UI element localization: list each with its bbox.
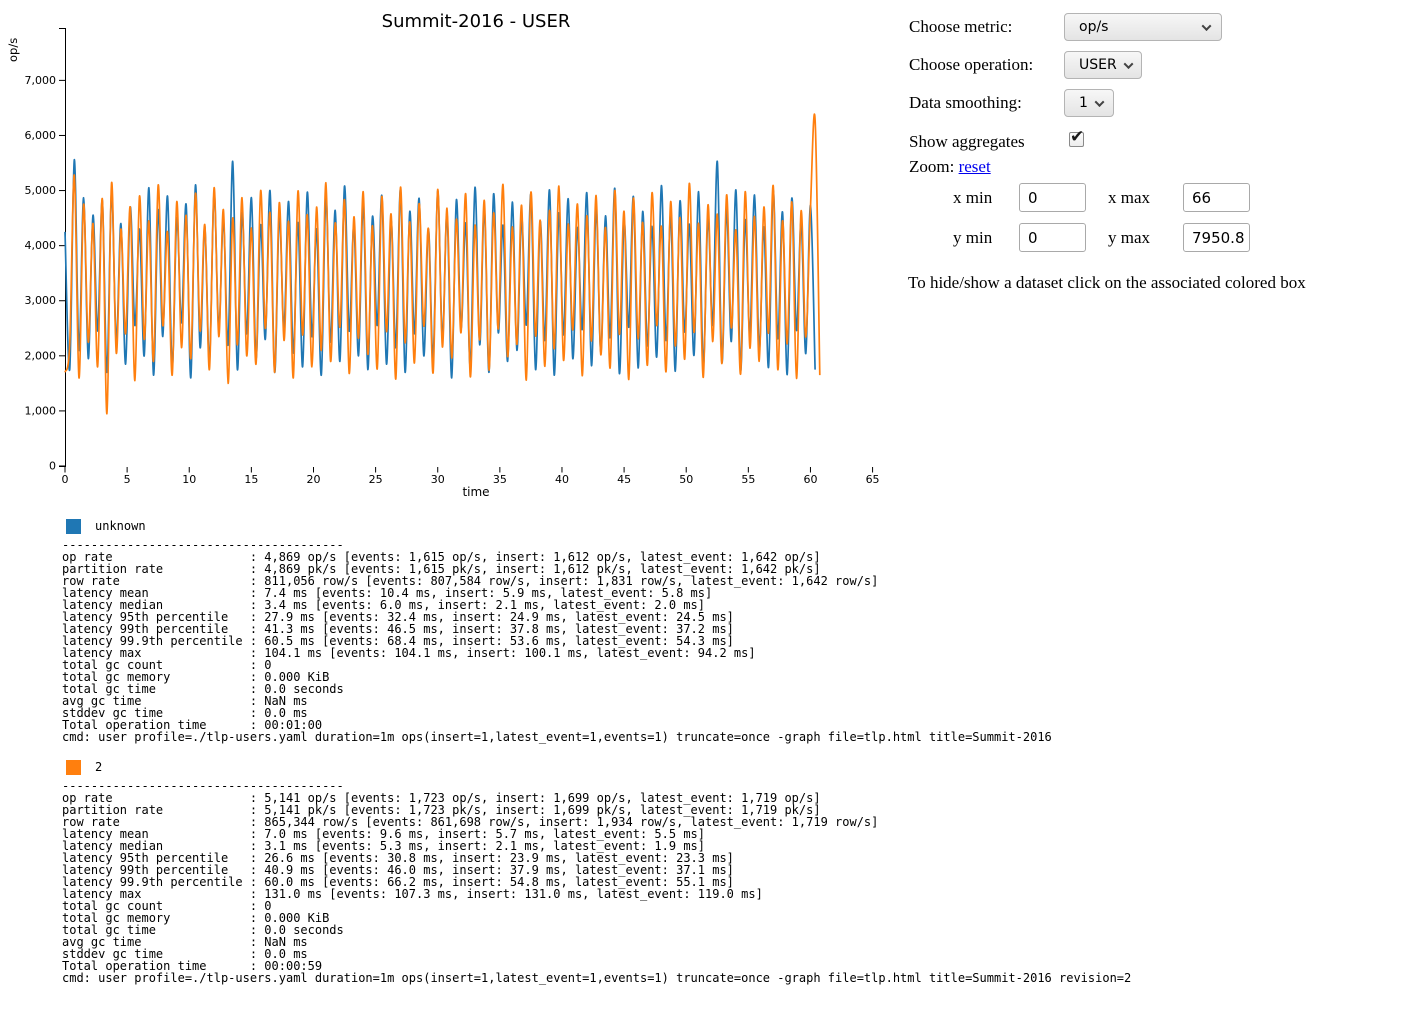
aggregates-label: Show aggregates: [909, 131, 1025, 153]
svg-text:10: 10: [182, 473, 196, 486]
x-axis: 0 5 10 15 20 25 30 35 40 45 50 55 60 65: [62, 467, 880, 486]
chevron-down-icon: [1123, 59, 1133, 69]
svg-text:6,000: 6,000: [25, 129, 57, 142]
dataset-name: unknown: [95, 519, 146, 534]
svg-text:30: 30: [431, 473, 445, 486]
y-max-label: y max: [1108, 228, 1150, 248]
operation-select[interactable]: USER: [1064, 51, 1142, 79]
svg-text:50: 50: [679, 473, 693, 486]
svg-text:60: 60: [803, 473, 817, 486]
svg-text:3,000: 3,000: [25, 294, 57, 307]
metric-select-value: op/s: [1079, 19, 1108, 35]
svg-text:0: 0: [62, 473, 69, 486]
dataset-name: 2: [95, 760, 102, 775]
dataset-stats-text: --------------------------------------- …: [62, 780, 1131, 984]
x-axis-label: time: [462, 485, 489, 499]
svg-text:4,000: 4,000: [25, 239, 57, 252]
zoom-reset-link[interactable]: reset: [959, 157, 991, 176]
y-min-input[interactable]: [1019, 223, 1086, 252]
svg-text:55: 55: [741, 473, 755, 486]
chevron-down-icon: [1094, 97, 1104, 107]
operation-select-value: USER: [1079, 57, 1117, 73]
smoothing-select[interactable]: 1: [1064, 89, 1114, 117]
y-min-label: y min: [953, 228, 992, 248]
svg-text:5: 5: [124, 473, 131, 486]
smoothing-select-value: 1: [1079, 95, 1088, 111]
metric-select[interactable]: op/s: [1064, 13, 1222, 41]
svg-text:0: 0: [49, 460, 56, 473]
zoom-label: Zoom:: [909, 157, 954, 176]
chevron-down-icon: [1202, 21, 1212, 31]
dataset-toggle-swatch-2[interactable]: [66, 760, 81, 775]
smoothing-label: Data smoothing:: [909, 92, 1022, 114]
svg-text:40: 40: [555, 473, 569, 486]
svg-text:35: 35: [493, 473, 507, 486]
svg-text:25: 25: [369, 473, 383, 486]
y-max-input[interactable]: [1183, 223, 1250, 252]
svg-text:65: 65: [866, 473, 880, 486]
svg-text:5,000: 5,000: [25, 184, 57, 197]
svg-text:2,000: 2,000: [25, 349, 57, 362]
x-min-input[interactable]: [1019, 183, 1086, 212]
series-line-2: [65, 114, 820, 414]
chart-title: Summit-2016 - USER: [382, 11, 571, 32]
ops-chart-svg[interactable]: Summit-2016 - USER time op/s 0 1,000 2,000 3,0…: [0, 0, 895, 505]
x-min-label: x min: [953, 188, 992, 208]
ops-chart-area[interactable]: Summit-2016 - USER time op/s 0 1,000 2,000 3,0…: [0, 0, 895, 505]
y-axis: 0 1,000 2,000 3,000 4,000 5,000 6,000 7,000: [25, 29, 66, 473]
svg-text:45: 45: [617, 473, 631, 486]
dataset-toggle-swatch-unknown[interactable]: [66, 519, 81, 534]
checkmark-icon: ✔: [1070, 127, 1084, 147]
x-max-label: x max: [1108, 188, 1150, 208]
svg-text:7,000: 7,000: [25, 74, 57, 87]
svg-text:1,000: 1,000: [25, 404, 57, 417]
dataset-stats-text: --------------------------------------- …: [62, 539, 1052, 743]
metric-label: Choose metric:: [909, 16, 1012, 38]
aggregates-checkbox[interactable]: ✔: [1069, 132, 1084, 147]
operation-label: Choose operation:: [909, 54, 1033, 76]
zoom-row: Zoom: reset: [909, 157, 991, 177]
dataset-toggle-hint: To hide/show a dataset click on the asso…: [908, 272, 1306, 294]
svg-text:15: 15: [244, 473, 258, 486]
x-max-input[interactable]: [1183, 183, 1250, 212]
y-axis-label: op/s: [6, 38, 20, 62]
svg-text:20: 20: [306, 473, 320, 486]
